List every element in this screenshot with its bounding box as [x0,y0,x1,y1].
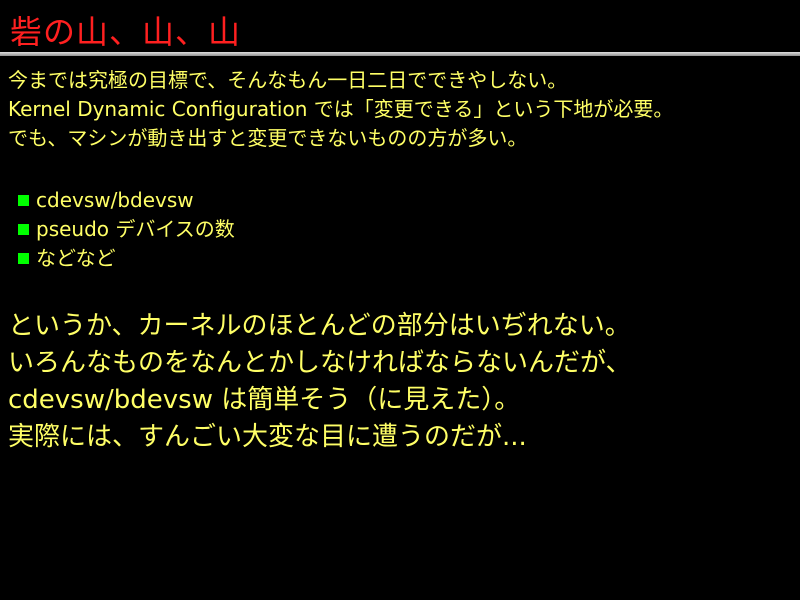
slide: 砦の山、山、山 今までは究極の目標で、そんなもん一日二日でできやしない。 Ker… [0,0,800,600]
bullet-list: cdevsw/bdevsw pseudo デバイスの数 などなど [18,186,778,273]
list-item: cdevsw/bdevsw [18,186,778,215]
bullet-text: などなど [36,246,116,270]
green-square-bullet-icon [18,195,29,206]
conclusion-line: cdevsw/bdevsw は簡単そう（に見えた）。 [8,385,521,415]
green-square-bullet-icon [18,224,29,235]
slide-title: 砦の山、山、山 [10,13,242,51]
intro-line: 今までは究極の目標で、そんなもん一日二日でできやしない。 [8,68,568,92]
list-item: などなど [18,244,778,273]
conclusion-line: 実際には、すんごい大変な目に遭うのだが... [8,422,527,452]
bullet-text: cdevsw/bdevsw [36,188,194,212]
intro-line: でも、マシンが動き出すと変更できないものの方が多い。 [8,126,528,150]
intro-paragraph: 今までは究極の目標で、そんなもん一日二日でできやしない。 Kernel Dyna… [8,66,792,153]
list-item: pseudo デバイスの数 [18,215,778,244]
intro-line: Kernel Dynamic Configuration では「変更できる」とい… [8,97,674,121]
conclusion-paragraph: というか、カーネルのほとんどの部分はいぢれない。 いろんなものをなんとかしなけれ… [8,308,792,456]
conclusion-line: というか、カーネルのほとんどの部分はいぢれない。 [8,311,631,341]
conclusion-line: いろんなものをなんとかしなければならないんだが、 [8,348,632,378]
bullet-text: pseudo デバイスの数 [36,217,235,241]
title-divider [0,52,800,56]
green-square-bullet-icon [18,253,29,264]
